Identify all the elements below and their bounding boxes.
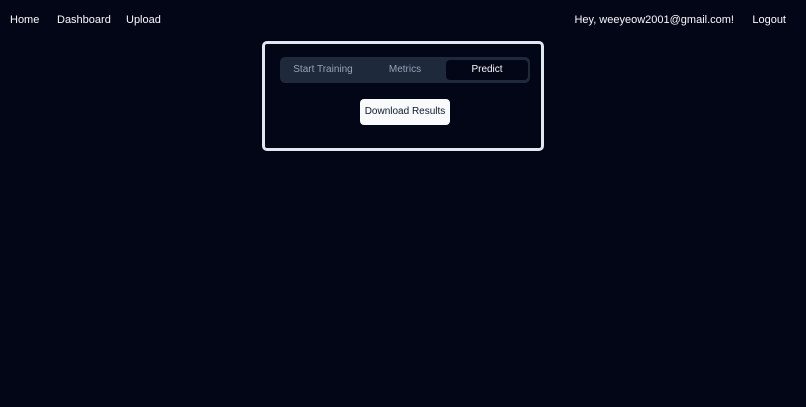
logout-link[interactable]: Logout: [752, 13, 786, 27]
download-results-button[interactable]: Download Results: [360, 99, 450, 125]
nav-home-link[interactable]: Home: [10, 13, 39, 27]
user-greeting: Hey, weeyeow2001@gmail.com!: [574, 14, 734, 26]
nav-dashboard-link[interactable]: Dashboard: [57, 13, 111, 27]
tab-list: Start Training Metrics Predict: [280, 57, 530, 83]
tab-metrics[interactable]: Metrics: [364, 60, 446, 80]
model-panel: Start Training Metrics Predict Download …: [262, 41, 544, 151]
nav-upload-link[interactable]: Upload: [126, 13, 161, 27]
top-nav: Home Dashboard Upload Hey, weeyeow2001@g…: [0, 0, 806, 41]
tab-start-training[interactable]: Start Training: [282, 60, 364, 80]
tab-predict[interactable]: Predict: [446, 60, 528, 80]
